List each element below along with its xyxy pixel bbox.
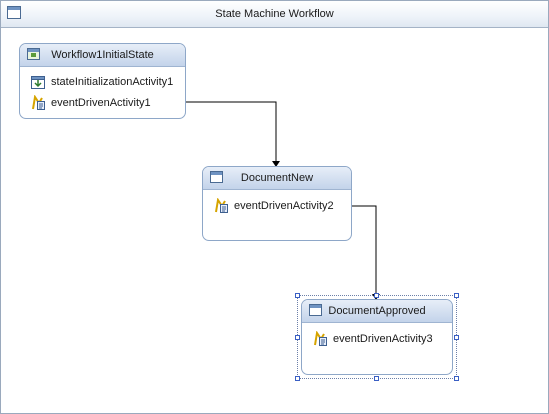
- resize-handle-top[interactable]: [374, 293, 379, 298]
- state-workflow1initialstate[interactable]: Workflow1InitialState stateInitializatio…: [19, 43, 186, 119]
- activity-label: eventDrivenActivity3: [333, 333, 433, 345]
- activity-eventdriven2[interactable]: eventDrivenActivity2: [213, 197, 334, 215]
- activity-eventdriven3[interactable]: eventDrivenActivity3: [312, 330, 433, 348]
- state-title: DocumentNew: [240, 172, 314, 184]
- resize-handle-left[interactable]: [295, 335, 300, 340]
- resize-handle-right[interactable]: [454, 335, 459, 340]
- state-header[interactable]: DocumentApproved: [302, 300, 452, 323]
- resize-handle-bottom-left[interactable]: [295, 376, 300, 381]
- state-documentnew[interactable]: DocumentNew eventDrivenActivity2: [202, 166, 352, 241]
- state-title: DocumentApproved: [328, 305, 426, 317]
- state-initialization-icon: [30, 74, 46, 90]
- activity-eventdriven1[interactable]: eventDrivenActivity1: [30, 94, 151, 112]
- event-driven-icon: [312, 331, 328, 347]
- activity-label: eventDrivenActivity1: [51, 97, 151, 109]
- activity-label: stateInitializationActivity1: [51, 76, 174, 88]
- state-documentapproved[interactable]: DocumentApproved eventDrivenActivity3: [301, 299, 453, 375]
- activity-label: eventDrivenActivity2: [234, 200, 334, 212]
- resize-handle-bottom[interactable]: [374, 376, 379, 381]
- resize-handle-bottom-right[interactable]: [454, 376, 459, 381]
- event-driven-icon: [213, 198, 229, 214]
- state-header[interactable]: DocumentNew: [203, 167, 351, 190]
- state-title: Workflow1InitialState: [51, 49, 154, 61]
- activity-stateinitialization[interactable]: stateInitializationActivity1: [30, 73, 173, 91]
- workflow-designer-canvas[interactable]: State Machine Workflow Workflow1InitialS…: [0, 0, 549, 414]
- resize-handle-top-right[interactable]: [454, 293, 459, 298]
- resize-handle-top-left[interactable]: [295, 293, 300, 298]
- state-header[interactable]: Workflow1InitialState: [20, 44, 185, 67]
- event-driven-icon: [30, 95, 46, 111]
